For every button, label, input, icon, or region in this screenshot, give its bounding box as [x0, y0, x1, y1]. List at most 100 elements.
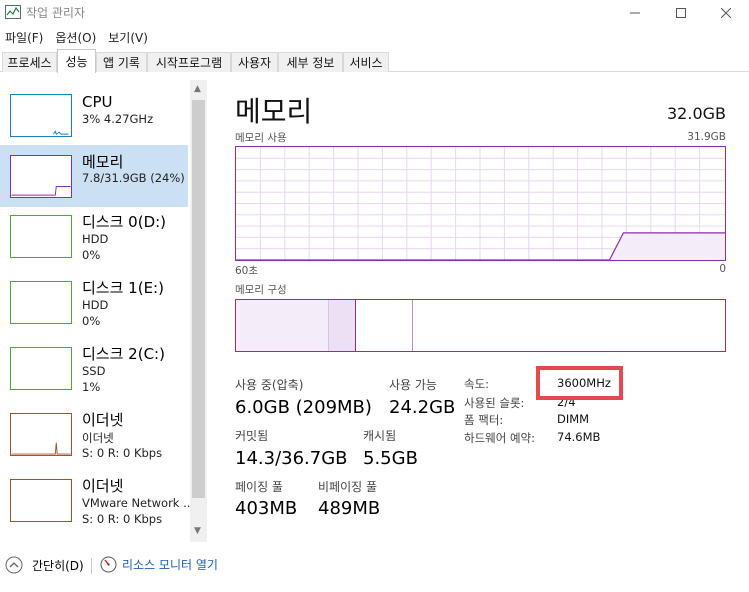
composition-in-use [236, 300, 329, 351]
sidebar-item-cpu[interactable]: CPU 3% 4.27GHz [0, 90, 188, 152]
sidebar-item-detail: S: 0 R: 0 Kbps [82, 446, 163, 460]
total-memory: 32.0GB [667, 104, 726, 123]
ethernet-thumbnail-graph [10, 479, 72, 522]
ethernet-thumbnail-graph [10, 413, 72, 456]
collapse-label: 간단히(D) [32, 558, 84, 573]
scroll-down-icon[interactable]: ▼ [194, 526, 201, 536]
sidebar-item-disk-0[interactable]: 디스크 0(D:) HDD 0% [0, 210, 188, 272]
sidebar-item-disk-1[interactable]: 디스크 1(E:) HDD 0% [0, 276, 188, 338]
graph-zero-label: 0 [719, 263, 726, 275]
speed-label: 속도: [464, 377, 490, 391]
sidebar-item-name: 이더넷 [82, 411, 124, 429]
menu-view[interactable]: 보기(V) [103, 27, 153, 47]
sidebar-item-detail: 1% [82, 380, 101, 394]
scroll-up-icon[interactable]: ▲ [194, 84, 201, 94]
form-factor-label: 폼 팩터: [464, 413, 504, 427]
sidebar-item-ethernet-2[interactable]: 이더넷 VMware Network ... S: 0 R: 0 Kbps [0, 474, 194, 536]
sidebar-item-name: 메모리 [82, 153, 124, 171]
tab-details[interactable]: 세부 정보 [278, 52, 343, 72]
tab-performance[interactable]: 성능 [57, 49, 96, 73]
close-button[interactable] [703, 0, 749, 26]
sidebar-scrollbar[interactable]: ▲ ▼ [190, 80, 207, 542]
page-title: 메모리 [235, 95, 313, 128]
sidebar-item-detail: 0% [82, 248, 101, 262]
title-bar: 작업 관리자 [0, 0, 749, 26]
sidebar-item-ethernet-1[interactable]: 이더넷 이더넷 S: 0 R: 0 Kbps [0, 408, 188, 470]
nonpaged-pool-label: 비페이징 풀 [318, 480, 378, 494]
tab-bar: 프로세스 성능 앱 기록 시작프로그램 사용자 세부 정보 서비스 [0, 49, 749, 73]
committed-value: 14.3/36.7GB [235, 448, 348, 469]
menu-bar: 파일(F) 옵션(O) 보기(V) [0, 27, 155, 47]
memory-thumbnail-graph [10, 155, 72, 198]
sidebar-item-name: CPU [82, 93, 113, 111]
cpu-thumbnail-graph [10, 94, 72, 137]
resource-monitor-icon [100, 556, 117, 573]
sidebar-item-name: 디스크 2(C:) [82, 345, 165, 363]
task-manager-icon [5, 5, 21, 19]
sidebar-item-detail: 7.8/31.9GB (24%) [82, 171, 185, 185]
available-value: 24.2GB [389, 397, 456, 418]
sidebar-item-memory[interactable]: 메모리 7.8/31.9GB (24%) [0, 145, 188, 207]
graph-label: 메모리 사용 [235, 132, 287, 144]
disk-thumbnail-graph [10, 215, 72, 258]
in-use-label: 사용 중(압축) [235, 378, 304, 392]
in-use-value: 6.0GB (209MB) [235, 397, 372, 418]
window-title: 작업 관리자 [26, 6, 86, 20]
menu-file[interactable]: 파일(F) [0, 27, 48, 47]
sidebar-item-name: 디스크 1(E:) [82, 279, 164, 297]
menu-options[interactable]: 옵션(O) [50, 27, 101, 47]
paged-pool-label: 페이징 풀 [235, 480, 283, 494]
minimize-icon [630, 12, 640, 14]
paged-pool-value: 403MB [235, 498, 298, 519]
sidebar-item-type: SSD [82, 364, 106, 378]
sidebar-item-type: HDD [82, 298, 109, 312]
cached-label: 캐시됨 [363, 429, 397, 443]
sidebar-item-detail: 0% [82, 314, 101, 328]
hardware-reserved-value: 74.6MB [557, 430, 601, 444]
slots-used-label: 사용된 슬롯: [464, 396, 525, 410]
graph-time-label: 60초 [235, 265, 259, 277]
available-label: 사용 가능 [389, 378, 437, 392]
sidebar-item-adapter: 이더넷 [82, 431, 114, 445]
tab-users[interactable]: 사용자 [231, 52, 278, 72]
highlight-box [536, 366, 623, 400]
sidebar-item-adapter: VMware Network ... [82, 496, 195, 510]
tab-services[interactable]: 서비스 [343, 52, 389, 72]
collapse-button[interactable]: 간단히(D) [5, 556, 84, 574]
sidebar-item-name: 이더넷 [82, 477, 124, 495]
sidebar-item-type: HDD [82, 232, 109, 246]
tab-processes[interactable]: 프로세스 [2, 52, 57, 72]
sidebar-item-name: 디스크 0(D:) [82, 213, 167, 231]
resource-monitor-label: 리소스 모니터 열기 [122, 558, 218, 572]
chevron-up-circle-icon [5, 556, 23, 574]
cached-value: 5.5GB [363, 448, 418, 469]
memory-usage-graph [235, 146, 726, 261]
footer-bar: 간단히(D) 리소스 모니터 열기 [0, 549, 749, 592]
minimize-button[interactable] [612, 0, 658, 26]
resource-monitor-link[interactable]: 리소스 모니터 열기 [100, 556, 218, 573]
sidebar-item-detail: S: 0 R: 0 Kbps [82, 512, 163, 526]
maximize-button[interactable] [658, 0, 704, 26]
maximize-icon [676, 8, 686, 18]
tab-app-history[interactable]: 앱 기록 [96, 52, 147, 72]
scrollbar-thumb[interactable] [192, 100, 205, 498]
committed-label: 커밋됨 [235, 429, 269, 443]
close-icon [721, 8, 731, 18]
form-factor-value: DIMM [557, 412, 590, 426]
memory-usage-area [609, 232, 725, 260]
sidebar-item-disk-2[interactable]: 디스크 2(C:) SSD 1% [0, 342, 188, 404]
disk-thumbnail-graph [10, 281, 72, 324]
nonpaged-pool-value: 489MB [318, 498, 381, 519]
disk-thumbnail-graph [10, 347, 72, 390]
composition-standby [356, 300, 413, 351]
hardware-reserved-label: 하드웨어 예약: [464, 431, 536, 445]
graph-max-label: 31.9GB [687, 131, 726, 143]
composition-free [413, 300, 725, 351]
performance-sidebar: CPU 3% 4.27GHz 메모리 7.8/31.9GB (24%) 디스크 … [0, 80, 207, 542]
sidebar-item-detail: 3% 4.27GHz [82, 112, 154, 126]
composition-modified [329, 300, 356, 351]
composition-label: 메모리 구성 [235, 284, 287, 296]
memory-composition-bar [235, 299, 726, 352]
tab-startup[interactable]: 시작프로그램 [147, 52, 231, 72]
footer-divider [91, 558, 92, 574]
